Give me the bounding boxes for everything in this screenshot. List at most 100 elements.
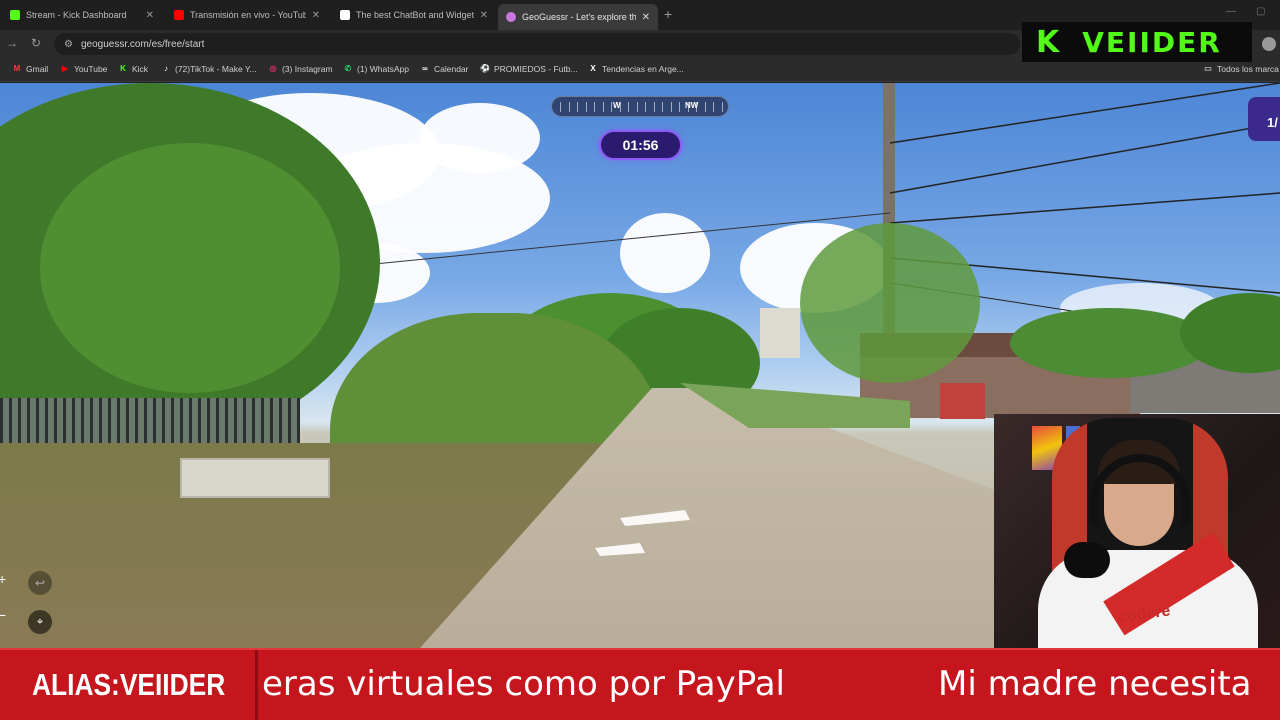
bookmark-item[interactable]: ⚽ PROMIEDOS - Futb...	[480, 64, 578, 74]
geoguessr-icon	[506, 12, 516, 22]
compass-tick	[611, 102, 612, 112]
close-icon[interactable]: ✕	[312, 10, 320, 21]
all-bookmarks-button[interactable]: ▭ Todos los marca	[1203, 64, 1279, 74]
bookmark-label: (1) WhatsApp	[357, 64, 409, 74]
gmail-icon: M	[13, 64, 21, 73]
location-pin-icon: ⌖	[36, 615, 44, 628]
microphone	[1064, 542, 1110, 578]
compass-tick	[704, 102, 706, 112]
stream-logo-overlay: K VEIIDER	[1022, 22, 1252, 62]
tab-title: The best ChatBot and Widgets	[356, 10, 474, 20]
compass-tick	[696, 102, 697, 112]
minimize-icon[interactable]: —	[1226, 6, 1236, 17]
compass-tick	[619, 102, 621, 112]
tab-geoguessr[interactable]: GeoGuessr - Let's explore the w ✕	[498, 4, 658, 30]
move-arrows[interactable]	[590, 508, 700, 558]
bookmark-item[interactable]: ✆ (1) WhatsApp	[343, 64, 409, 74]
fence	[0, 398, 300, 443]
close-icon[interactable]: ✕	[642, 12, 650, 23]
round-number: 1/	[1267, 115, 1278, 130]
bookmark-label: (72)TikTok - Make Y...	[175, 64, 257, 74]
return-to-start-button[interactable]: ⌖	[28, 610, 52, 634]
maximize-icon[interactable]: ▢	[1256, 6, 1265, 17]
red-gate	[940, 383, 985, 419]
bookmark-item[interactable]: ◎ (3) Instagram	[268, 64, 333, 74]
concrete-slab	[180, 458, 330, 498]
bookmark-item[interactable]: ▶ YouTube	[60, 64, 107, 74]
compass: W NW	[551, 96, 729, 117]
payment-alias: ALIAS:VEIIDER	[32, 667, 226, 702]
bookmark-label: Tendencias en Arge...	[602, 64, 684, 74]
compass-tick	[636, 102, 638, 112]
ticker-text: eras virtuales como por PayPal	[262, 664, 785, 704]
extension-icon[interactable]	[1262, 37, 1276, 51]
channel-name: VEIIDER	[1082, 25, 1222, 59]
tab-title: GeoGuessr - Let's explore the w	[522, 12, 636, 22]
bookmark-label: YouTube	[74, 64, 108, 74]
tree	[40, 143, 340, 393]
compass-tick	[577, 102, 578, 112]
bookmark-label: Calendar	[434, 64, 469, 74]
promiedos-icon: ⚽	[480, 64, 490, 73]
zoom-out-button[interactable]: −	[0, 607, 6, 623]
bookmark-item[interactable]: X Tendencias en Arge...	[588, 64, 684, 74]
compass-tick	[713, 102, 714, 112]
round-badge: 1/	[1248, 97, 1280, 141]
undo-icon: ↩	[34, 576, 46, 590]
kick-icon: K	[120, 64, 126, 73]
forward-icon[interactable]: →	[6, 36, 18, 50]
youtube-icon	[174, 10, 184, 20]
close-icon[interactable]: ✕	[480, 10, 488, 21]
round-timer: 01:56	[599, 130, 682, 160]
bookmark-label: (3) Instagram	[282, 64, 333, 74]
compass-tick	[594, 102, 595, 112]
webcam-overlay: codere	[994, 414, 1280, 648]
tiktok-icon: ♪	[164, 64, 168, 73]
alias-box: ALIAS:VEIIDER	[0, 650, 258, 720]
bookmark-item[interactable]: ∞ Calendar	[420, 64, 469, 74]
new-tab-button[interactable]: +	[664, 6, 672, 22]
bookmark-item[interactable]: K Kick	[118, 64, 148, 74]
compass-tick	[653, 102, 655, 112]
bookmark-label: Gmail	[26, 64, 49, 74]
compass-tick	[679, 102, 680, 112]
all-bookmarks-label: Todos los marca	[1217, 64, 1279, 74]
screen: Stream - Kick Dashboard ✕ Transmisión en…	[0, 0, 1280, 720]
chatbot-icon	[340, 10, 350, 20]
compass-tick	[560, 102, 561, 112]
tab-title: Stream - Kick Dashboard	[26, 10, 127, 20]
compass-tick	[628, 102, 629, 112]
undo-move-button[interactable]: ↩	[28, 571, 52, 595]
tab-chatbot[interactable]: The best ChatBot and Widgets ✕	[332, 4, 496, 26]
bookmark-item[interactable]: M Gmail	[12, 64, 49, 74]
tree	[1010, 308, 1210, 378]
reload-icon[interactable]: ↻	[31, 36, 41, 50]
site-info-icon[interactable]: ⚙	[64, 39, 73, 50]
palm-tree	[800, 223, 980, 383]
compass-tick	[662, 102, 663, 112]
compass-tick	[721, 102, 723, 112]
tab-youtube[interactable]: Transmisión en vivo - YouTube ✕	[166, 4, 328, 26]
tab-title: Transmisión en vivo - YouTube	[190, 10, 306, 20]
instagram-icon: ◎	[269, 64, 277, 73]
compass-tick	[670, 102, 672, 112]
x-icon: X	[590, 64, 596, 73]
bookmark-label: PROMIEDOS - Futb...	[494, 64, 578, 74]
close-icon[interactable]: ✕	[146, 10, 154, 21]
bookmark-item[interactable]: ♪ (72)TikTok - Make Y...	[161, 64, 257, 74]
address-bar[interactable]: ⚙ geoguessr.com/es/free/start	[54, 33, 1020, 55]
compass-tick	[568, 102, 570, 112]
tab-kick-dashboard[interactable]: Stream - Kick Dashboard ✕	[2, 4, 162, 26]
calendar-icon: ∞	[422, 64, 428, 73]
bookmark-label: Kick	[132, 64, 149, 74]
kick-logo: K	[1036, 24, 1061, 60]
compass-tick	[687, 102, 689, 112]
kick-icon	[10, 10, 20, 20]
house	[760, 308, 800, 358]
ticker-text: Mi madre necesita	[938, 664, 1252, 704]
compass-tick	[645, 102, 646, 112]
youtube-icon: ▶	[61, 64, 69, 73]
compass-tick	[602, 102, 604, 112]
folder-icon: ▭	[1204, 64, 1212, 73]
zoom-in-button[interactable]: +	[0, 571, 6, 587]
